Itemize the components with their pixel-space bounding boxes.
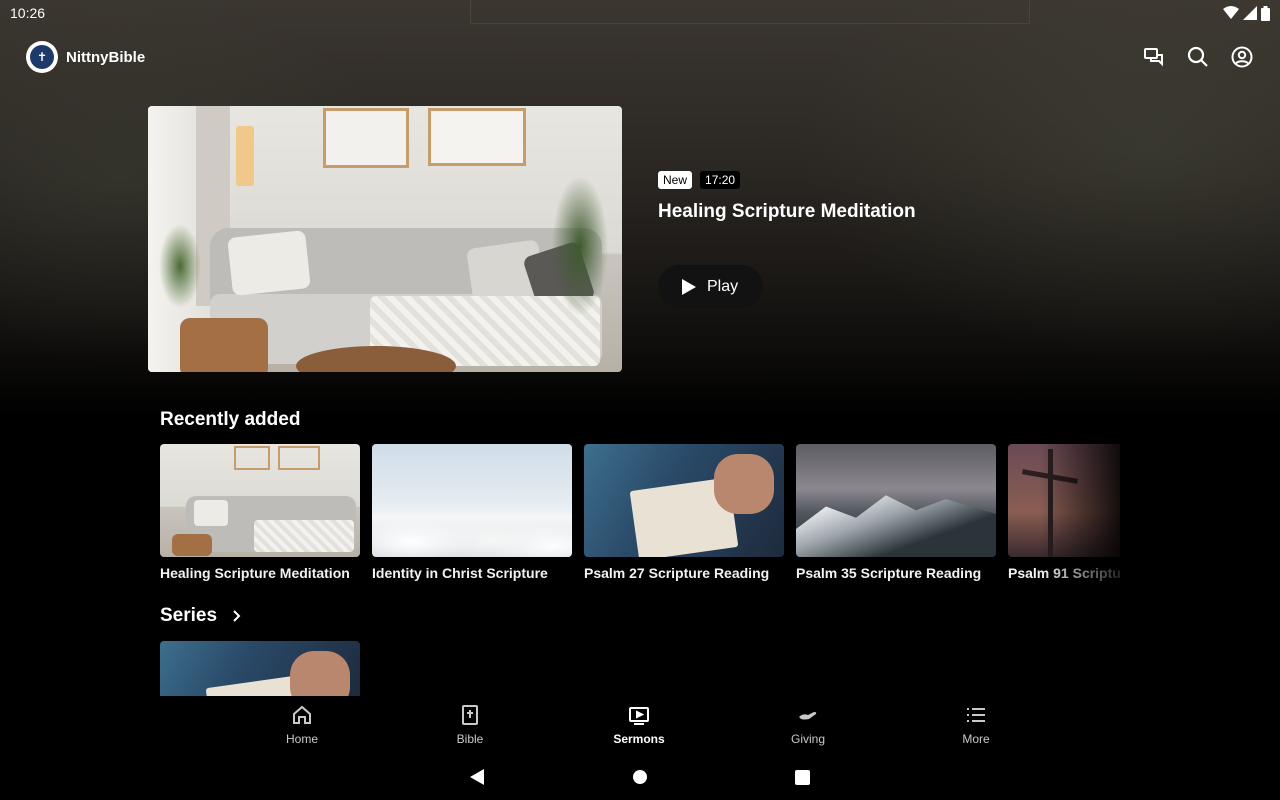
sermon-thumbnail (1008, 444, 1120, 557)
search-icon[interactable] (1186, 45, 1210, 69)
nav-item-label: Sermons (613, 732, 665, 746)
signal-icon (1243, 6, 1257, 20)
sermons-icon (629, 707, 649, 725)
featured-title: Healing Scripture Meditation (658, 201, 916, 222)
featured-thumbnail[interactable] (148, 106, 622, 372)
sermon-card-label: Psalm 91 Scripture Reading (1008, 565, 1120, 581)
nav-item-home[interactable]: Home (242, 704, 362, 746)
nav-item-label: More (962, 732, 990, 746)
system-navigation-bar (0, 754, 1280, 800)
sermon-card[interactable]: Psalm 91 Scripture Reading (1008, 444, 1120, 581)
nav-item-label: Giving (790, 732, 825, 746)
recently-added-row[interactable]: Healing Scripture Meditation Identity in… (160, 444, 1120, 584)
living-room-image (148, 106, 622, 372)
sermon-thumbnail (796, 444, 996, 557)
nav-item-more[interactable]: More (916, 704, 1036, 746)
app-bar-actions (1142, 45, 1254, 69)
app-bar: ✝ NittnyBible (0, 36, 1280, 78)
sermon-card[interactable]: Identity in Christ Scripture (372, 444, 572, 581)
new-badge: New (658, 171, 693, 189)
nav-item-label: Home (285, 732, 318, 746)
play-button[interactable]: Play (658, 265, 763, 308)
featured-badges: New 17:20 (658, 171, 916, 189)
home-system-button[interactable] (630, 767, 650, 787)
nav-item-bible[interactable]: Bible (410, 704, 530, 746)
play-button-label: Play (707, 277, 739, 295)
bottom-navigation: Home Bible Sermons Giving More (0, 696, 1280, 754)
giving-icon (799, 712, 817, 720)
wifi-icon (1223, 6, 1239, 19)
sermon-thumbnail (584, 444, 784, 557)
nav-item-sermons[interactable]: Sermons (579, 704, 699, 746)
play-icon (682, 278, 696, 295)
sermon-card-label: Healing Scripture Meditation (160, 565, 350, 581)
home-icon (293, 705, 311, 724)
app-logo[interactable]: ✝ (26, 41, 58, 73)
chat-icon[interactable] (1142, 45, 1166, 69)
recents-square-icon (794, 769, 810, 785)
sermon-card[interactable]: Psalm 35 Scripture Reading (796, 444, 996, 581)
duration-badge: 17:20 (700, 171, 741, 189)
home-circle-icon (633, 770, 647, 784)
sermon-thumbnail (160, 444, 360, 557)
series-title: Series (160, 605, 218, 626)
back-triangle-icon (470, 769, 484, 785)
battery-icon (1261, 5, 1270, 21)
back-button[interactable] (467, 767, 487, 787)
account-icon[interactable] (1230, 45, 1254, 69)
status-bar: 10:26 (0, 0, 1280, 26)
menu-list-icon (967, 708, 985, 722)
sermon-thumbnail (372, 444, 572, 557)
app-title: NittnyBible (66, 48, 146, 66)
series-card[interactable] (160, 641, 360, 696)
status-time: 10:26 (10, 5, 46, 21)
recents-button[interactable] (792, 767, 812, 787)
series-header[interactable]: Series (160, 605, 241, 627)
sermon-card-label: Psalm 27 Scripture Reading (584, 565, 770, 581)
bible-icon (462, 705, 478, 725)
sermon-card[interactable]: Psalm 27 Scripture Reading (584, 444, 784, 581)
nav-item-giving[interactable]: Giving (748, 704, 868, 746)
sermon-card[interactable]: Healing Scripture Meditation (160, 444, 360, 581)
featured-info: New 17:20 Healing Scripture Meditation (658, 171, 916, 223)
sermon-card-label: Identity in Christ Scripture (372, 565, 548, 581)
chevron-right-icon (233, 610, 241, 622)
nav-item-label: Bible (456, 732, 484, 746)
recently-added-title: Recently added (160, 409, 301, 430)
cross-logo-icon: ✝ (30, 45, 54, 69)
sermon-card-label: Psalm 35 Scripture Reading (796, 565, 982, 581)
status-icons (1223, 5, 1270, 21)
